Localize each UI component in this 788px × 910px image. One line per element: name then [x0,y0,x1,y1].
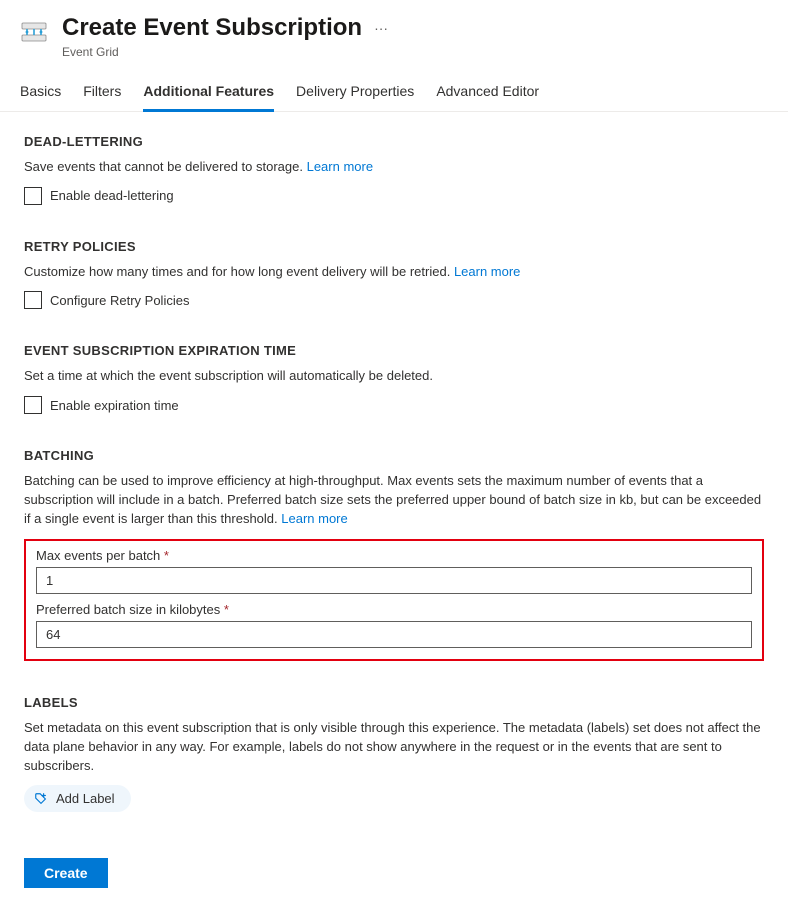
expiration-desc: Set a time at which the event subscripti… [24,367,764,386]
footer: Create [0,850,788,910]
dead-lettering-learn-more-link[interactable]: Learn more [307,159,373,174]
more-actions-button[interactable]: ··· [368,14,394,42]
add-label-text: Add Label [56,791,115,806]
batching-highlight-box: Max events per batch * Preferred batch s… [24,539,764,661]
page-title: Create Event Subscription [62,14,362,43]
enable-expiration-checkbox[interactable] [24,396,42,414]
configure-retry-policies-checkbox[interactable] [24,291,42,309]
configure-retry-policies-label: Configure Retry Policies [50,293,189,308]
max-events-input[interactable] [36,567,752,594]
max-events-label-text: Max events per batch [36,548,160,563]
preferred-size-input[interactable] [36,621,752,648]
content: DEAD-LETTERING Save events that cannot b… [0,112,788,851]
create-button[interactable]: Create [24,858,108,888]
labels-desc: Set metadata on this event subscription … [24,719,764,776]
dead-lettering-desc-text: Save events that cannot be delivered to … [24,159,303,174]
batching-desc: Batching can be used to improve efficien… [24,472,764,529]
enable-dead-lettering-checkbox[interactable] [24,187,42,205]
retry-policies-desc-text: Customize how many times and for how lon… [24,264,450,279]
enable-expiration-label: Enable expiration time [50,398,179,413]
tab-advanced-editor[interactable]: Advanced Editor [436,75,539,112]
enable-dead-lettering-label: Enable dead-lettering [50,188,174,203]
event-grid-icon [20,18,48,46]
expiration-title: EVENT SUBSCRIPTION EXPIRATION TIME [24,343,764,358]
preferred-size-label-text: Preferred batch size in kilobytes [36,602,220,617]
retry-policies-section: RETRY POLICIES Customize how many times … [24,239,764,310]
required-asterisk: * [224,602,229,617]
batching-learn-more-link[interactable]: Learn more [281,511,347,526]
tab-basics[interactable]: Basics [20,75,61,112]
tag-plus-icon [34,792,48,806]
batching-desc-text: Batching can be used to improve efficien… [24,473,761,526]
tab-delivery-properties[interactable]: Delivery Properties [296,75,414,112]
required-asterisk: * [164,548,169,563]
batching-title: BATCHING [24,448,764,463]
page-subtitle: Event Grid [62,45,768,59]
dead-lettering-title: DEAD-LETTERING [24,134,764,149]
retry-policies-learn-more-link[interactable]: Learn more [454,264,520,279]
retry-policies-title: RETRY POLICIES [24,239,764,254]
labels-section: LABELS Set metadata on this event subscr… [24,695,764,813]
labels-title: LABELS [24,695,764,710]
retry-policies-desc: Customize how many times and for how lon… [24,263,764,282]
tab-additional-features[interactable]: Additional Features [143,75,274,112]
dead-lettering-section: DEAD-LETTERING Save events that cannot b… [24,134,764,205]
add-label-button[interactable]: Add Label [24,785,131,812]
dead-lettering-desc: Save events that cannot be delivered to … [24,158,764,177]
tab-filters[interactable]: Filters [83,75,121,112]
batching-section: BATCHING Batching can be used to improve… [24,448,764,661]
max-events-label: Max events per batch * [36,548,752,563]
page-header: Create Event Subscription ··· Event Grid [0,0,788,69]
tabs: Basics Filters Additional Features Deliv… [0,75,788,112]
preferred-size-label: Preferred batch size in kilobytes * [36,602,752,617]
expiration-section: EVENT SUBSCRIPTION EXPIRATION TIME Set a… [24,343,764,414]
